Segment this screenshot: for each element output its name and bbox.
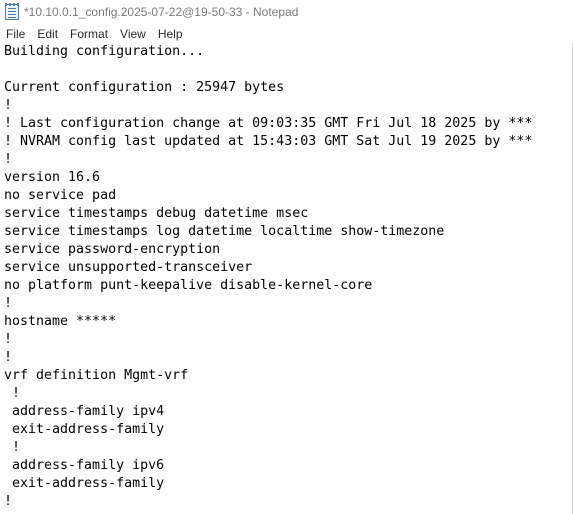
text-line: ! — [4, 386, 21, 401]
text-line: Current configuration : 25947 bytes — [4, 80, 285, 95]
text-line: ! — [4, 494, 13, 509]
text-line: ! NVRAM config last updated at 15:43:03 … — [4, 134, 533, 149]
text-line: address-family ipv4 — [4, 404, 165, 419]
text-line: ! — [4, 296, 13, 311]
text-line: exit-address-family — [4, 476, 165, 491]
text-line: hostname ***** — [4, 314, 117, 329]
text-line: ! — [4, 440, 21, 455]
text-line: service timestamps debug datetime msec — [4, 206, 309, 221]
text-line: vrf definition Mgmt-vrf — [4, 368, 189, 383]
text-line: ! — [4, 332, 13, 347]
menu-view[interactable]: View — [113, 27, 151, 41]
text-line: ! — [4, 98, 13, 113]
text-line: no platform punt-keepalive disable-kerne… — [4, 278, 373, 293]
menu-file[interactable]: File — [0, 27, 30, 41]
text-line: Building configuration... — [4, 44, 205, 59]
text-line: service password-encryption — [4, 242, 221, 257]
text-line: address-family ipv6 — [4, 458, 165, 473]
text-editor-area[interactable]: Building configuration... Current configu… — [0, 43, 573, 514]
menu-format[interactable]: Format — [63, 27, 113, 41]
menu-bar: File Edit Format View Help — [0, 24, 573, 44]
menu-help[interactable]: Help — [151, 27, 188, 41]
menu-edit[interactable]: Edit — [30, 27, 63, 41]
text-line: ! — [4, 152, 13, 167]
notepad-icon — [5, 3, 19, 20]
text-line: exit-address-family — [4, 422, 165, 437]
text-line: no service pad — [4, 188, 117, 203]
title-bar[interactable]: *10.10.0.1_config.2025-07-22@19-50-33 - … — [0, 0, 573, 24]
text-line: ! Last configuration change at 09:03:35 … — [4, 116, 533, 131]
text-line: service timestamps log datetime localtim… — [4, 224, 445, 239]
text-line: service unsupported-transceiver — [4, 260, 253, 275]
window-title: *10.10.0.1_config.2025-07-22@19-50-33 - … — [24, 5, 299, 19]
text-line: ! — [4, 350, 13, 365]
text-line: version 16.6 — [4, 170, 101, 185]
